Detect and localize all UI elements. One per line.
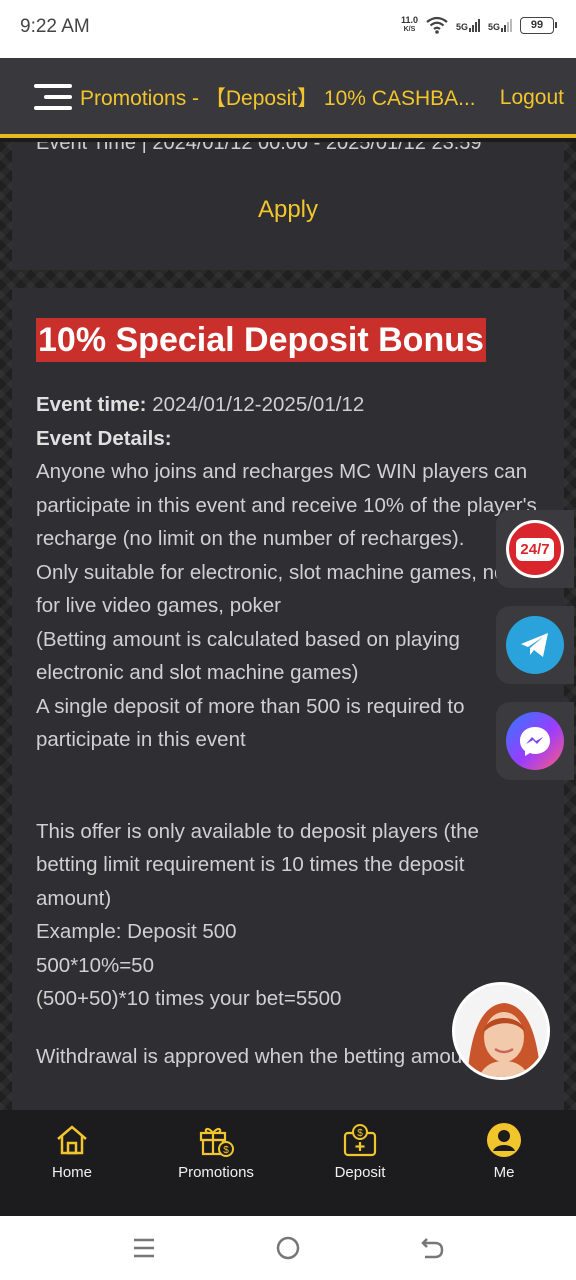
nav-me[interactable]: Me [432, 1110, 576, 1216]
event-card: Event Time | 2024/01/12 00:00 - 2025/01/… [12, 142, 564, 270]
recent-apps-icon[interactable] [130, 1234, 158, 1262]
home-icon [57, 1125, 87, 1155]
event-time-line: Event time: 2024/01/12-2025/01/12 [36, 393, 365, 416]
telegram-icon [506, 616, 564, 674]
svg-text:$: $ [223, 1145, 229, 1156]
status-bar: 9:22 AM 11.0 K/S 5G 5G 99 [0, 0, 576, 58]
page-title: Promotions - 【Deposit】 10% CASHBA... [80, 87, 476, 110]
bottom-nav: Home $ Promotions $ Deposit Me [0, 1110, 576, 1216]
telegram-button[interactable] [496, 606, 574, 684]
logout-button[interactable]: Logout [500, 86, 564, 110]
content-area[interactable]: Event Time | 2024/01/12 00:00 - 2025/01/… [0, 142, 576, 1110]
promo-paragraph: A single deposit of more than 500 is req… [36, 694, 465, 752]
battery-icon: 99 [520, 16, 557, 34]
promo-paragraph: Anyone who joins and recharges MC WIN pl… [36, 460, 537, 550]
signal-icon: 5G [456, 18, 480, 32]
promo-title: 10% Special Deposit Bonus [36, 318, 486, 362]
status-indicators: 11.0 K/S 5G 5G 99 [400, 15, 557, 34]
gift-icon: $ [199, 1127, 234, 1157]
promo-paragraph: Only suitable for electronic, slot machi… [36, 560, 512, 618]
back-icon[interactable] [418, 1234, 446, 1262]
event-time-row: Event Time | 2024/01/12 00:00 - 2025/01/… [36, 142, 482, 154]
messenger-icon [506, 712, 564, 770]
net-speed: 11.0 K/S [400, 15, 418, 34]
live-chat-avatar[interactable] [452, 982, 550, 1080]
user-icon [487, 1123, 521, 1157]
nav-deposit[interactable]: $ Deposit [288, 1110, 432, 1216]
apply-button[interactable]: Apply [12, 196, 564, 224]
status-time: 9:22 AM [20, 16, 90, 37]
signal-icon-2: 5G [488, 18, 512, 32]
nav-promotions[interactable]: $ Promotions [144, 1110, 288, 1216]
app-header: Promotions - 【Deposit】 10% CASHBA... Log… [0, 58, 576, 138]
promo-paragraph: 500*10%=50 [36, 953, 154, 977]
svg-text:$: $ [357, 1128, 363, 1139]
nav-home[interactable]: Home [0, 1110, 144, 1216]
promo-body: Event time: 2024/01/12-2025/01/12 Event … [36, 388, 540, 1073]
promo-paragraph: (Betting amount is calculated based on p… [36, 627, 460, 685]
support-247-button[interactable]: 24/7 [496, 510, 574, 588]
support-247-icon: 24/7 [506, 520, 564, 578]
deposit-icon: $ [343, 1124, 377, 1157]
promo-paragraph: This offer is only available to deposit … [36, 819, 479, 910]
event-details-label: Event Details: [36, 426, 172, 450]
menu-icon[interactable] [34, 84, 72, 112]
wifi-icon [426, 16, 448, 34]
home-system-icon[interactable] [274, 1234, 302, 1262]
promo-paragraph: Example: Deposit 500 [36, 920, 237, 943]
messenger-button[interactable] [496, 702, 574, 780]
system-nav-bar [0, 1216, 576, 1280]
